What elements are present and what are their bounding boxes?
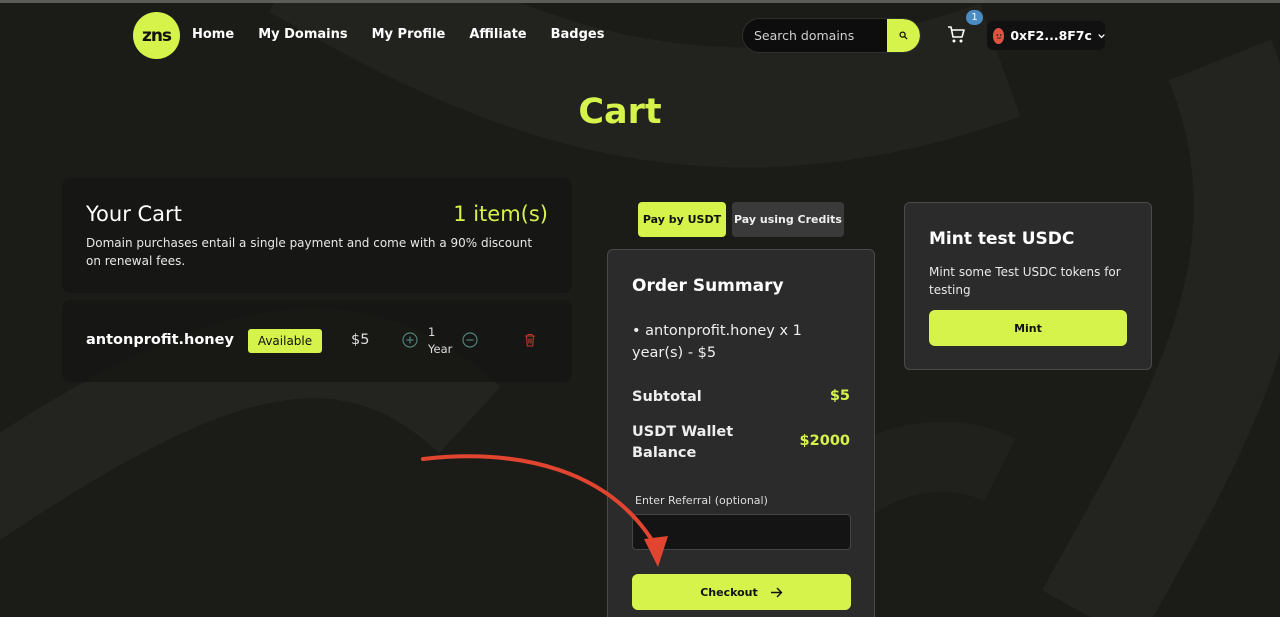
mint-button[interactable]: Mint [929,310,1127,346]
nav-home[interactable]: Home [192,27,234,42]
quantity-value: 1 [428,325,436,339]
referral-input[interactable] [632,514,851,550]
summary-line-item: • antonprofit.honey x 1 year(s) - $5 [632,323,802,361]
subtotal-label: Subtotal [632,389,702,405]
browser-top-edge [0,0,1280,3]
quantity-display: 1 Year [428,324,458,358]
order-summary-title: Order Summary [632,276,784,296]
order-summary-panel: Order Summary • antonprofit.honey x 1 ye… [607,249,875,617]
quantity-unit: Year [428,342,453,356]
domain-name: antonprofit.honey [86,332,234,348]
wallet-balance-label: USDT Wallet Balance [632,424,734,461]
search-input[interactable] [743,19,889,52]
mint-panel: Mint test USDC Mint some Test USDC token… [904,202,1152,370]
nav-badges[interactable]: Badges [551,27,605,42]
checkout-label: Checkout [700,585,758,599]
mint-title: Mint test USDC [929,229,1075,249]
cart-item-row: antonprofit.honey Available $5 1 Year [62,300,572,382]
mint-description: Mint some Test USDC tokens for testing [929,265,1121,297]
search-button[interactable] [887,19,920,52]
tab-pay-credits[interactable]: Pay using Credits [732,202,844,237]
trash-icon[interactable] [522,332,538,348]
cart-description: Domain purchases entail a single payment… [86,236,533,268]
main-nav: Home My Domains My Profile Affiliate Bad… [192,27,604,42]
arrow-right-icon [770,587,783,597]
nav-my-profile[interactable]: My Profile [372,27,446,42]
your-cart-title: Your Cart [86,202,182,226]
nav-my-domains[interactable]: My Domains [258,27,347,42]
plus-circle-icon[interactable] [402,332,418,348]
wallet-address: 0xF2...8F7c [1010,28,1092,43]
nav-affiliate[interactable]: Affiliate [469,27,526,42]
tab-pay-usdt[interactable]: Pay by USDT [638,202,726,237]
your-cart-panel: Your Cart 1 item(s) Domain purchases ent… [62,178,572,293]
wallet-balance-value: $2000 [799,433,850,449]
subtotal-value: $5 [829,388,850,404]
item-price: $5 [351,332,370,348]
chevron-down-icon [1098,33,1105,38]
minus-circle-icon[interactable] [462,332,478,348]
search-bar [742,18,921,53]
checkout-button[interactable]: Checkout [632,574,851,610]
logo-text: zns [141,25,172,46]
wallet-button[interactable]: 0xF2...8F7c [987,21,1105,50]
zns-logo[interactable]: zns [133,12,180,59]
page-title: Cart [578,92,662,132]
search-icon [899,31,908,40]
referral-label: Enter Referral (optional) [635,494,768,507]
cart-item-count: 1 item(s) [453,202,548,226]
cart-count-badge: 1 [966,10,983,25]
cart-icon[interactable] [946,24,966,44]
face-icon [996,33,1002,39]
wallet-avatar [993,27,1005,44]
status-badge: Available [248,329,322,353]
